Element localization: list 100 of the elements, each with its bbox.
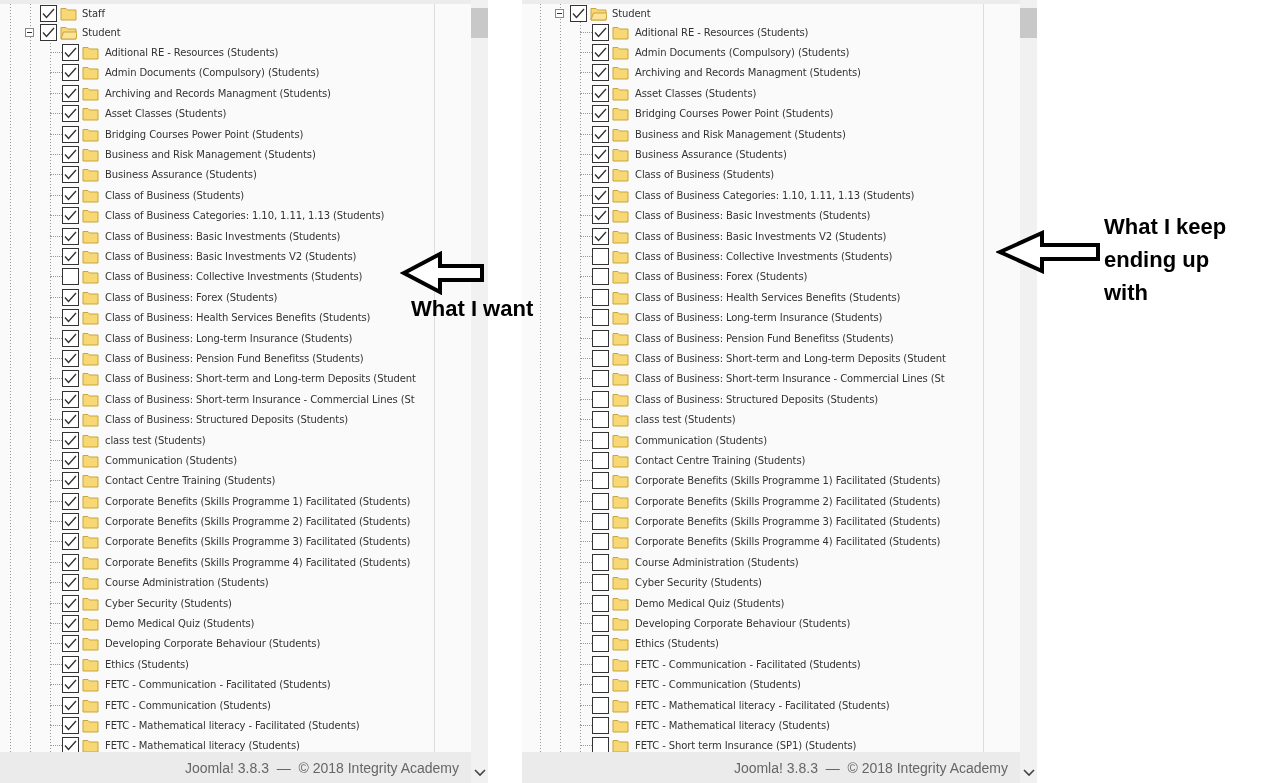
tree-item-label[interactable]: Demo Medical Quiz (Students)	[105, 618, 255, 629]
tree-item-label[interactable]: Cyber Security (Students)	[635, 577, 762, 589]
checkbox[interactable]	[62, 268, 79, 286]
checkbox[interactable]	[592, 227, 609, 245]
tree-item-label[interactable]: Class of Business: Long-term Insurance (Students)	[635, 312, 883, 324]
checkbox[interactable]	[592, 288, 609, 306]
tree-item-label[interactable]: Class of Business: Structured Deposits (Students)	[105, 414, 349, 426]
tree-item-label[interactable]: FETC - Communication (Students)	[635, 679, 801, 691]
checkbox[interactable]	[592, 533, 609, 551]
checkbox[interactable]	[62, 655, 79, 673]
checkbox[interactable]	[592, 553, 609, 571]
tree-item-label[interactable]: Ethics (Students)	[105, 658, 189, 670]
tree-item-label[interactable]: Course Administration (Students)	[105, 577, 269, 589]
tree-item-label[interactable]: Class of Business: Basic Investments V2 (Students)	[105, 251, 357, 262]
checkbox[interactable]	[592, 513, 609, 531]
tree-item-label[interactable]: Class of Business: Forex (Students)	[635, 271, 808, 283]
checkbox[interactable]	[592, 411, 609, 429]
checkbox[interactable]	[62, 431, 79, 449]
checkbox[interactable]	[592, 431, 609, 449]
tree-item-label[interactable]: Class of Business: Health Services Benefits (Students)	[105, 312, 371, 324]
checkbox[interactable]	[592, 166, 609, 184]
checkbox[interactable]	[592, 574, 609, 592]
checkbox[interactable]	[592, 390, 609, 408]
tree-item-label[interactable]: Corporate Benefits (Skills Programme 4) Facilitated (Students)	[635, 536, 941, 548]
checkbox[interactable]	[592, 146, 609, 164]
tree-item-label[interactable]: Bridging Courses Power Point (Students)	[635, 108, 834, 120]
checkbox[interactable]	[62, 309, 79, 327]
tree-item-label[interactable]: Class of Business: Short-term and Long-term Deposits (Student	[635, 352, 946, 364]
tree-item-label[interactable]: FETC - Mathematical literacy (Students)	[105, 740, 300, 752]
tree-item-label[interactable]: Asset Classes (Students)	[105, 108, 227, 120]
tree-item-label[interactable]: Admin Documents (Compulsory) (Students)	[635, 47, 850, 59]
checkbox[interactable]	[592, 349, 609, 367]
tree-item-label[interactable]: Class of Business: Pension Fund Benefitss (Students)	[635, 332, 894, 344]
tree-item-label[interactable]: Corporate Benefits (Skills Programme 3) Facilitated (Students)	[105, 536, 411, 548]
checkbox[interactable]	[62, 513, 79, 531]
tree-item-label[interactable]: class test (Students)	[105, 434, 206, 446]
tree-item-label[interactable]: Corporate Benefits (Skills Programme 2) Facilitated (Students)	[635, 495, 941, 507]
scrollbar-thumb[interactable]	[1020, 8, 1037, 38]
checkbox[interactable]	[592, 207, 609, 225]
tree-item-label[interactable]: FETC - Mathematical literacy - Facilitated (Students)	[635, 699, 890, 711]
checkbox[interactable]	[62, 716, 79, 734]
checkbox[interactable]	[40, 23, 57, 41]
checkbox[interactable]	[592, 248, 609, 265]
checkbox[interactable]	[592, 105, 609, 123]
checkbox[interactable]	[592, 64, 609, 82]
tree-item-label[interactable]: Communication (Students)	[635, 434, 767, 446]
tree-item-label[interactable]: FETC - Communication - Facilitated (Students)	[105, 679, 331, 691]
checkbox[interactable]	[62, 186, 79, 204]
checkbox[interactable]	[62, 390, 79, 408]
scrollbar[interactable]	[1020, 0, 1037, 783]
checkbox[interactable]	[592, 492, 609, 510]
scroll-down-icon[interactable]	[1022, 769, 1035, 777]
checkbox[interactable]	[592, 635, 609, 653]
checkbox[interactable]	[62, 125, 79, 143]
tree-item-label[interactable]: Bridging Courses Power Point (Students)	[105, 128, 304, 140]
checkbox[interactable]	[592, 309, 609, 327]
checkbox[interactable]	[62, 553, 79, 571]
checkbox[interactable]	[592, 84, 609, 102]
tree-item-label[interactable]: Corporate Benefits (Skills Programme 2) Facilitated (Students)	[105, 516, 411, 528]
checkbox[interactable]	[62, 227, 79, 245]
tree-item-label[interactable]: Contact Centre Training (Students)	[635, 454, 806, 466]
tree-item-label[interactable]: Corporate Benefits (Skills Programme 1) Facilitated (Students)	[635, 475, 941, 487]
tree-item-label[interactable]: Student	[612, 7, 651, 19]
tree-item-label[interactable]: Class of Business: Basic Investments V2 (Students)	[635, 230, 887, 242]
checkbox[interactable]	[62, 64, 79, 82]
checkbox[interactable]	[592, 716, 609, 734]
tree-item-label[interactable]: Class of Business: Long-term Insurance (Students)	[105, 332, 353, 344]
checkbox[interactable]	[592, 676, 609, 694]
checkbox[interactable]	[62, 676, 79, 694]
tree-item-label[interactable]: Business and Risk Management (Students)	[105, 149, 316, 161]
checkbox[interactable]	[592, 329, 609, 347]
checkbox[interactable]	[62, 349, 79, 367]
checkbox[interactable]	[62, 737, 79, 752]
checkbox[interactable]	[62, 696, 79, 714]
checkbox[interactable]	[592, 451, 609, 469]
tree-item-label[interactable]: Class of Business (Students)	[635, 169, 775, 181]
checkbox[interactable]	[62, 615, 79, 632]
tree-item-label[interactable]: Class of Business: Collective Investments (Students)	[105, 271, 363, 283]
checkbox[interactable]	[592, 737, 609, 752]
checkbox[interactable]	[592, 696, 609, 714]
tree-item-label[interactable]: Cyber Security (Students)	[105, 597, 232, 609]
tree-item-label[interactable]: class test (Students)	[635, 414, 736, 426]
tree-item-label[interactable]: Course Administration (Students)	[635, 556, 799, 568]
scroll-down-icon[interactable]	[473, 769, 486, 777]
tree-item-label[interactable]: Ethics (Students)	[635, 638, 719, 650]
tree-item-label[interactable]: Aditional RE - Resources (Students)	[635, 26, 809, 38]
tree-item-label[interactable]: Developing Corporate Behaviour (Students)	[105, 638, 321, 650]
checkbox[interactable]	[62, 492, 79, 510]
tree-item-label[interactable]: Business and Risk Management (Students)	[635, 128, 846, 140]
checkbox[interactable]	[62, 411, 79, 429]
tree-item-label[interactable]: Class of Business: Basic Investments (Students)	[105, 230, 341, 242]
checkbox[interactable]	[592, 370, 609, 388]
checkbox[interactable]	[592, 44, 609, 62]
checkbox[interactable]	[62, 594, 79, 612]
checkbox[interactable]	[62, 370, 79, 388]
checkbox[interactable]	[62, 472, 79, 490]
tree-item-label[interactable]: Class of Business: Collective Investments (Students)	[635, 251, 893, 262]
tree-item-label[interactable]: Class of Business: Basic Investments (Students)	[635, 210, 871, 222]
checkbox[interactable]	[592, 268, 609, 286]
checkbox[interactable]	[62, 248, 79, 265]
